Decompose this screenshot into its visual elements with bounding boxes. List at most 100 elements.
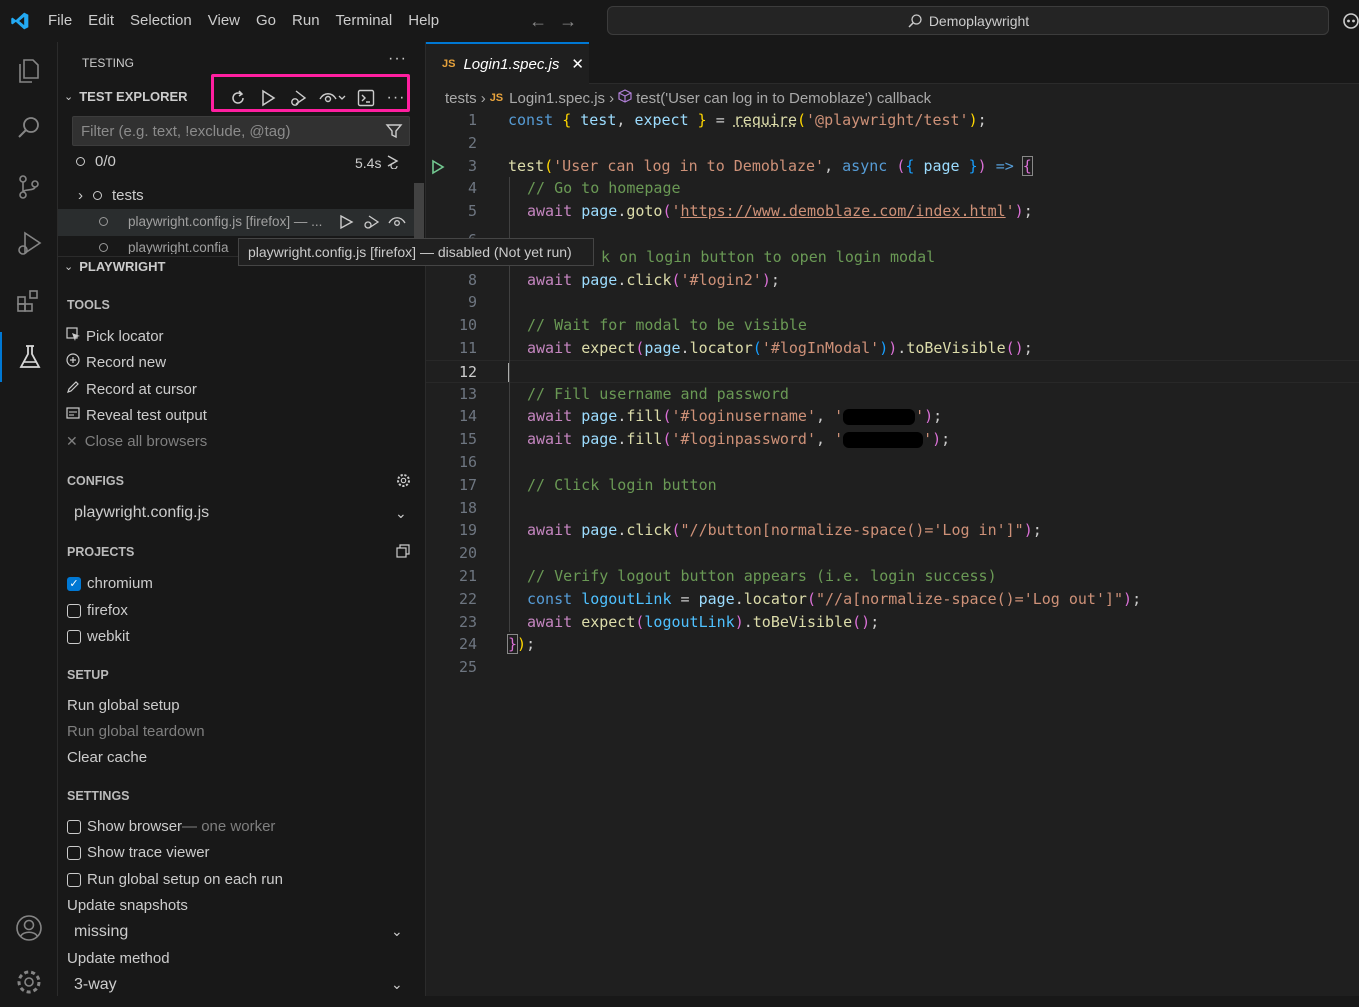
code-line: 15 await page.fill('#loginpassword', ' '); <box>426 428 1359 451</box>
tab-login1-spec[interactable]: JS Login1.spec.js ✕ <box>426 42 589 84</box>
code-comment: // Go to homepage <box>527 179 681 198</box>
tool-close-browsers[interactable]: ✕ Close all browsers <box>66 433 207 450</box>
clear-cache[interactable]: Clear cache <box>67 749 147 766</box>
menu-go[interactable]: Go <box>248 0 284 42</box>
rerun-icon[interactable] <box>385 153 401 172</box>
configs-gear-icon[interactable] <box>396 473 411 491</box>
close-icon[interactable]: ✕ <box>571 55 584 73</box>
filter-input[interactable]: Filter (e.g. text, !exclude, @tag) <box>72 116 410 146</box>
status-circle-icon <box>93 191 102 200</box>
js-file-icon: JS <box>489 92 504 104</box>
breadcrumb-symbol[interactable]: test('User can log in to Demoblaze') cal… <box>636 90 931 107</box>
menu-terminal[interactable]: Terminal <box>328 0 401 42</box>
menu-help[interactable]: Help <box>400 0 447 42</box>
tree-item-config-2[interactable]: playwright.confia <box>99 240 229 254</box>
checkbox[interactable] <box>67 603 81 618</box>
back-arrow-icon[interactable]: ← <box>523 11 553 32</box>
line-number: 14 <box>458 407 477 426</box>
config-select-value[interactable]: playwright.config.js <box>74 504 209 522</box>
projects-window-icon[interactable] <box>396 544 410 561</box>
project-label: webkit <box>87 628 130 645</box>
code-editor[interactable]: 1 const { test, expect } = require('@play… <box>426 109 1359 679</box>
explorer-icon[interactable] <box>0 45 58 95</box>
settings-gear-icon[interactable] <box>0 957 58 1007</box>
checkbox[interactable] <box>67 819 81 834</box>
setting-label: Run global setup on each run <box>87 871 283 888</box>
run-debug-icon[interactable] <box>0 218 58 268</box>
projects-heading: PROJECTS <box>67 545 135 559</box>
account-icon[interactable] <box>0 903 58 953</box>
code-line: 14 await page.fill('#loginusername', ' '); <box>426 405 1359 428</box>
more-actions-icon[interactable]: ··· <box>388 50 407 68</box>
watch-test-icon[interactable] <box>388 214 406 233</box>
setting-show-browser[interactable]: Show browser — one worker <box>67 818 275 835</box>
line-number: 3 <box>467 156 477 175</box>
menu-selection[interactable]: Selection <box>122 0 200 42</box>
run-test-icon[interactable] <box>338 214 354 233</box>
menu-view[interactable]: View <box>200 0 248 42</box>
tooltip: playwright.config.js [firefox] — disable… <box>238 238 594 266</box>
test-explorer-header[interactable]: ⌄ TEST EXPLORER <box>64 89 188 104</box>
code-line: 25 <box>426 656 1359 679</box>
playwright-section-header[interactable]: ⌄ PLAYWRIGHT <box>64 259 165 274</box>
checkbox[interactable] <box>67 845 81 860</box>
tool-record-at-cursor[interactable]: Record at cursor <box>66 380 197 398</box>
code-line: 5 await page.goto('https://www.demoblaze.… <box>426 200 1359 223</box>
code-comment: k on login button to open login modal <box>601 247 936 266</box>
testing-icon[interactable] <box>0 332 58 382</box>
code-text: const { test, expect } = require('@playw… <box>508 111 987 129</box>
checkbox[interactable] <box>67 872 81 887</box>
checkbox-checked[interactable]: ✓ <box>67 576 81 591</box>
command-center[interactable]: Demoplaywright <box>607 6 1329 35</box>
chevron-down-icon[interactable]: ⌄ <box>391 923 403 940</box>
tab-title: Login1.spec.js <box>463 55 560 73</box>
run-global-setup[interactable]: Run global setup <box>67 697 180 714</box>
code-text: await page.goto('https://www.demoblaze.c… <box>527 202 1033 221</box>
tool-reveal-output[interactable]: Reveal test output <box>66 406 207 424</box>
project-webkit[interactable]: webkit <box>67 628 130 645</box>
code-line: 10 // Wait for modal to be visible <box>426 314 1359 337</box>
project-label: chromium <box>87 575 153 592</box>
project-chromium[interactable]: ✓ chromium <box>67 575 153 592</box>
project-firefox[interactable]: firefox <box>67 602 128 619</box>
extensions-icon[interactable] <box>0 276 58 326</box>
line-number: 17 <box>458 475 477 494</box>
menu-file[interactable]: File <box>40 0 80 42</box>
code-line: 21 // Verify logout button appears (i.e. … <box>426 565 1359 588</box>
menu-run[interactable]: Run <box>284 0 328 42</box>
code-line-current: 12 <box>426 359 1359 383</box>
chevron-down-icon[interactable]: ⌄ <box>395 505 407 522</box>
line-number: 18 <box>458 498 477 517</box>
symbol-cube-icon <box>618 89 632 107</box>
breadcrumb: tests › JS Login1.spec.js › test('User c… <box>445 88 935 108</box>
status-circle-icon <box>76 157 85 166</box>
breadcrumb-file[interactable]: Login1.spec.js <box>509 90 605 107</box>
breadcrumb-folder[interactable]: tests <box>445 90 477 107</box>
source-control-icon[interactable] <box>0 162 58 212</box>
code-line: 20 <box>426 542 1359 565</box>
summary-duration: 5.4s <box>355 153 401 172</box>
tool-record-new[interactable]: Record new <box>66 353 166 371</box>
checkbox[interactable] <box>67 629 81 644</box>
tree-item-firefox-config[interactable]: playwright.config.js [firefox] — ... <box>99 214 322 229</box>
chevron-down-icon[interactable]: ⌄ <box>391 976 403 993</box>
code-line: 23 await expect(logoutLink).toBeVisible()… <box>426 611 1359 634</box>
tree-item-tests[interactable]: › tests <box>78 187 144 204</box>
update-snapshots-select[interactable]: missing <box>74 923 128 941</box>
filter-funnel-icon[interactable] <box>385 122 403 144</box>
setting-run-global-setup[interactable]: Run global setup on each run <box>67 871 283 888</box>
tool-pick-locator[interactable]: Pick locator <box>66 327 164 346</box>
search-icon[interactable] <box>0 103 58 153</box>
debug-test-icon[interactable] <box>362 214 380 233</box>
setting-show-trace[interactable]: Show trace viewer <box>67 844 210 861</box>
run-global-teardown[interactable]: Run global teardown <box>67 723 205 740</box>
forward-arrow-icon[interactable]: → <box>553 11 583 32</box>
code-line: 11 await expect(page.locator('#logInModal… <box>426 337 1359 360</box>
vscode-logo-icon <box>0 0 40 42</box>
menu-edit[interactable]: Edit <box>80 0 122 42</box>
update-method-select[interactable]: 3-way <box>74 976 117 994</box>
copilot-icon[interactable] <box>1341 11 1359 34</box>
setting-label: Show browser <box>87 818 183 835</box>
line-number: 8 <box>467 270 477 289</box>
update-snapshots-label: Update snapshots <box>67 897 188 914</box>
